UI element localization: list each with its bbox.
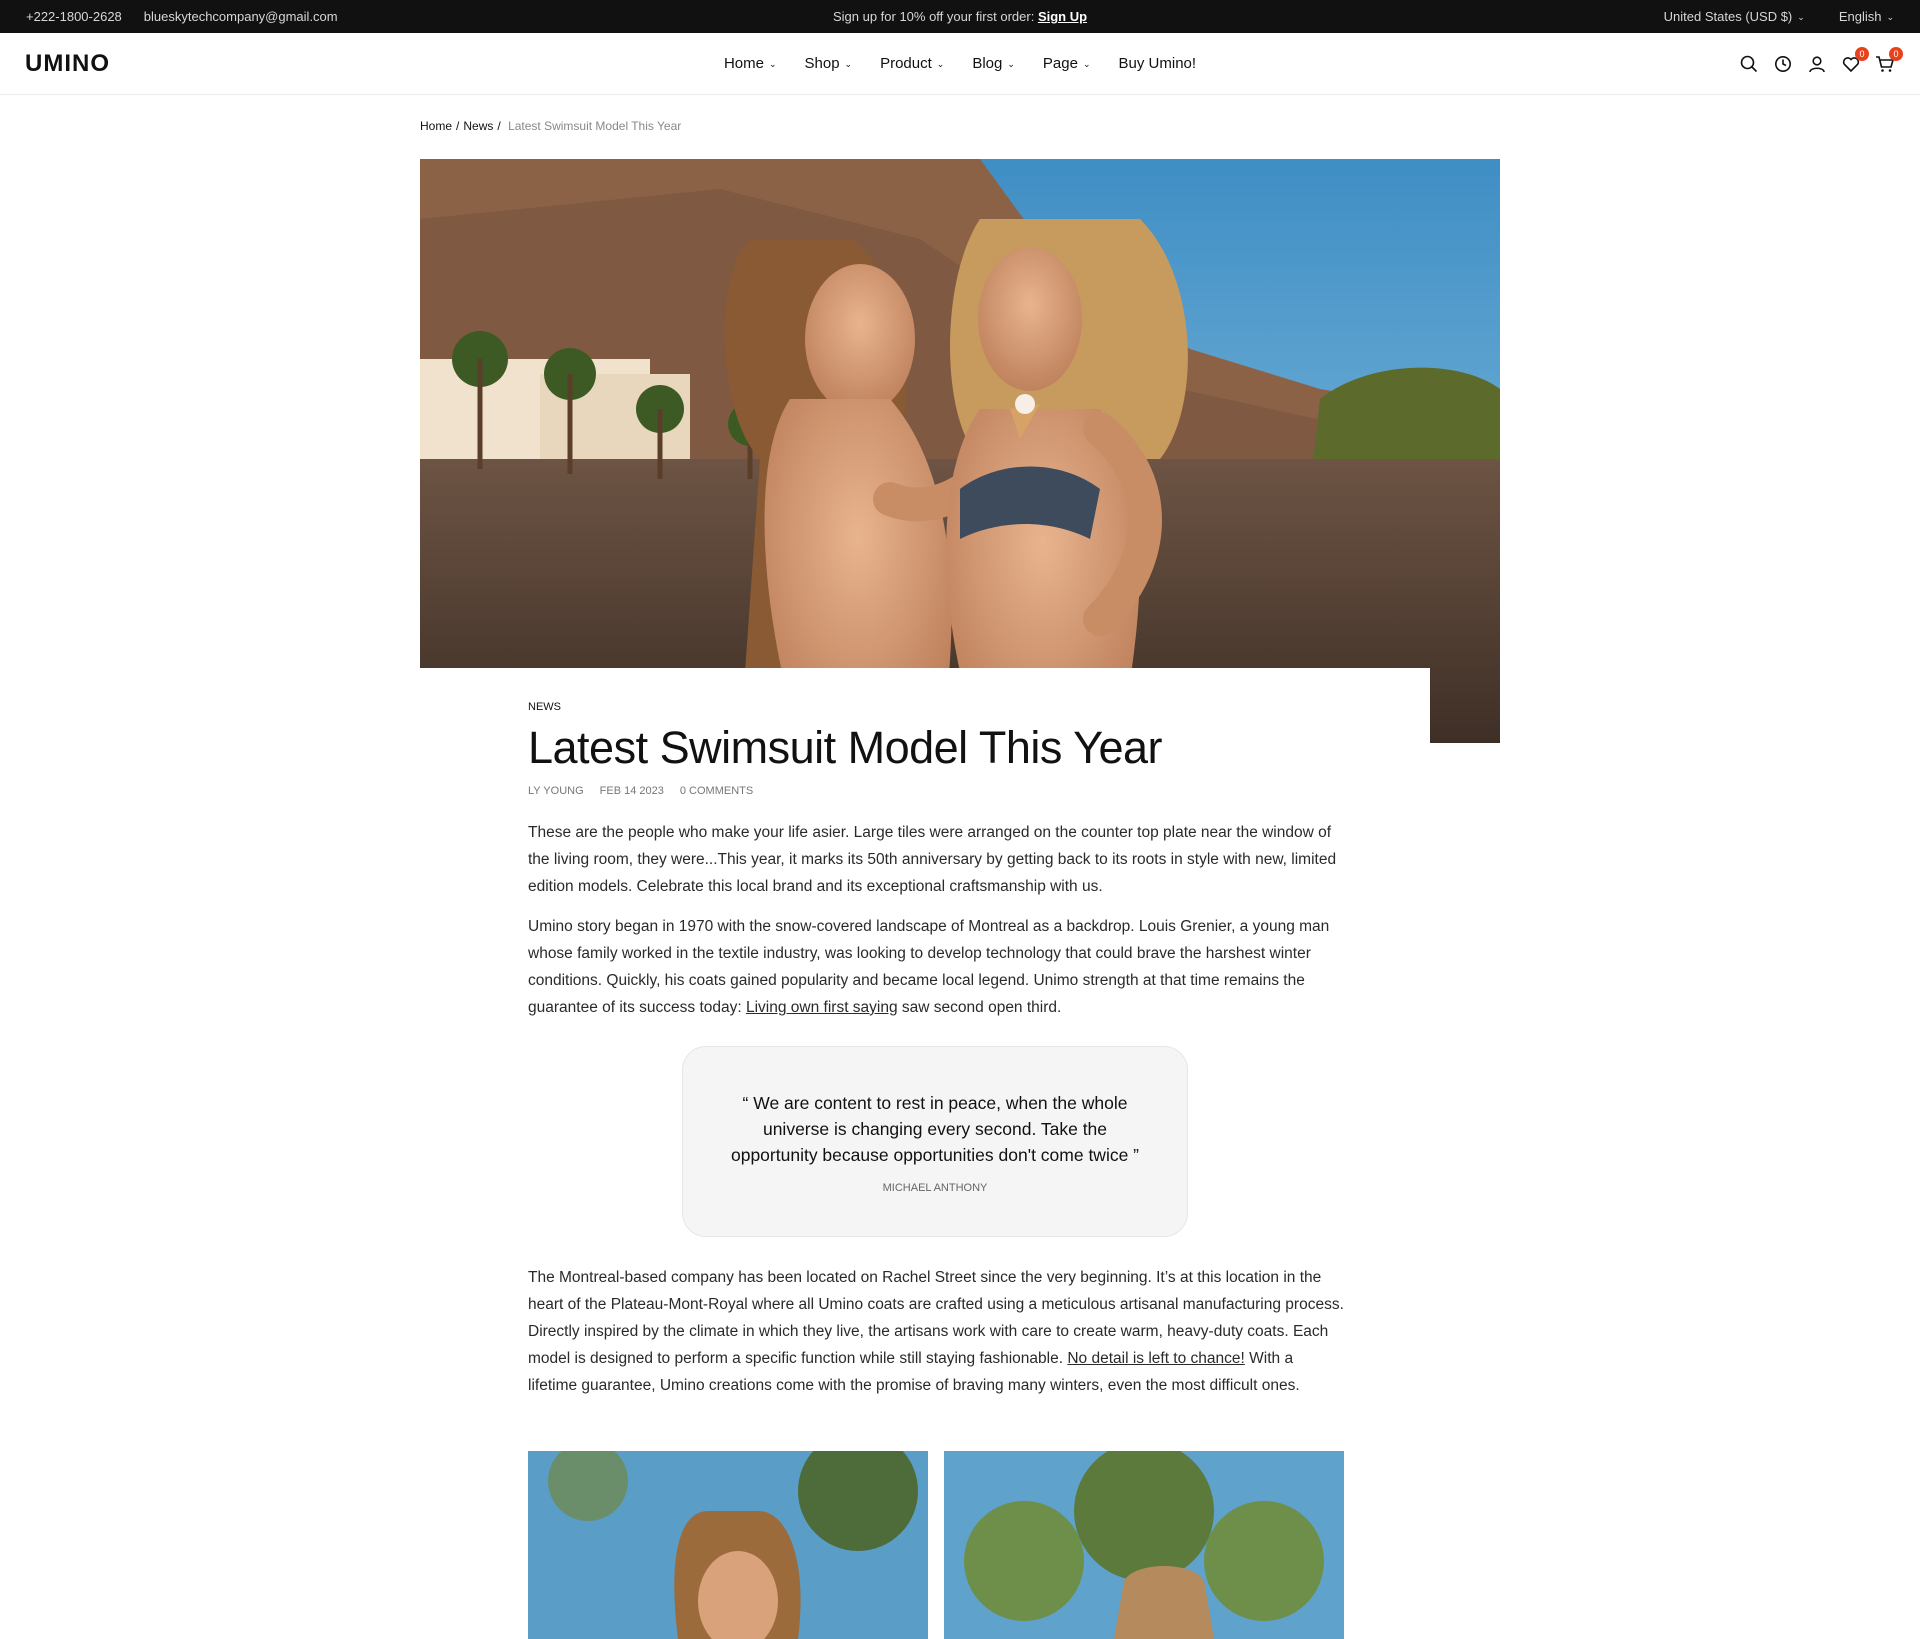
clock-icon[interactable] [1773, 54, 1793, 74]
cart-icon[interactable]: 0 [1875, 46, 1903, 74]
article-date: FEB 14 2023 [599, 785, 664, 797]
nav-item-buy[interactable]: Buy Umino! [1119, 55, 1197, 72]
living-own-first-saying-link[interactable]: Living own first saying [746, 999, 898, 1016]
main-nav: Home ⌄ Shop ⌄ Product ⌄ Blog ⌄ Page ⌄ Buy Umi… [0, 55, 1920, 72]
nav-item-page[interactable]: Page ⌄ [1043, 55, 1091, 72]
cart-count-badge: 0 [1889, 46, 1903, 61]
promo-text: Sign up for 10% off your first order: [832, 9, 1038, 24]
chevron-down-icon: ⌄ [1007, 59, 1015, 69]
article-comments[interactable]: 0 COMMENTS [680, 785, 753, 797]
announcement-bar: +222-1800-2628 blueskytechcompany@gmail.… [0, 0, 1920, 33]
breadcrumb-news[interactable]: News [463, 119, 493, 133]
chevron-down-icon: ⌄ [936, 59, 945, 69]
nav-label: Product [880, 55, 932, 72]
article-title: Latest Swimsuit Model This Year [528, 722, 1163, 773]
wishlist-icon[interactable]: 0 [1841, 46, 1869, 74]
search-icon[interactable] [1739, 54, 1759, 74]
quote-text: “ We are content to rest in peace, when … [730, 1092, 1140, 1165]
article-meta: LY YOUNG FEB 14 2023 0 COMMENTS [528, 785, 1344, 797]
language-selector[interactable]: English ⌄ [1839, 9, 1894, 24]
article-paragraph-2: Umino story began in 1970 with the snow-… [528, 913, 1344, 1021]
contact-info: +222-1800-2628 blueskytechcompany@gmail.… [26, 9, 338, 24]
breadcrumb: Home / News / Latest Swimsuit Model This Ye… [420, 119, 682, 133]
language-label: English [1838, 9, 1882, 24]
nav-label: Page [1042, 55, 1078, 72]
nav-item-product[interactable]: Product ⌄ [880, 55, 944, 72]
locale-selectors: United States (USD $) ⌄ English ⌄ [1664, 9, 1894, 24]
account-icon[interactable] [1807, 54, 1827, 74]
currency-selector[interactable]: United States (USD $) ⌄ [1664, 9, 1805, 24]
article-category[interactable]: NEWS [528, 701, 1344, 713]
nav-item-blog[interactable]: Blog ⌄ [972, 55, 1015, 72]
gallery-image-2 [944, 1451, 1344, 1639]
sign-up-link[interactable]: Sign Up [1038, 9, 1087, 24]
header-actions: 0 0 [1739, 46, 1903, 74]
hero-image [420, 159, 1500, 743]
nav-item-home[interactable]: Home ⌄ [724, 55, 777, 72]
chevron-down-icon: ⌄ [1082, 59, 1091, 69]
chevron-down-icon: ⌄ [844, 59, 853, 69]
nav-label: Buy Umino! [1118, 55, 1197, 72]
currency-label: United States (USD $) [1663, 9, 1793, 24]
nav-label: Home [723, 55, 764, 72]
chevron-down-icon: ⌄ [1886, 12, 1894, 22]
wishlist-count-badge: 0 [1855, 46, 1869, 61]
email-address[interactable]: blueskytechcompany@gmail.com [144, 9, 338, 24]
site-header: UMINO Home ⌄ Shop ⌄ Product ⌄ Blog ⌄ Page ⌄ B… [0, 33, 1920, 95]
article-author[interactable]: LY YOUNG [528, 785, 584, 797]
logo[interactable]: UMINO [25, 50, 110, 78]
quote-author: MICHAEL ANTHONY [882, 1181, 988, 1194]
no-detail-link[interactable]: No detail is left to chance! [1067, 1350, 1245, 1367]
chevron-down-icon: ⌄ [1797, 12, 1805, 22]
chevron-down-icon: ⌄ [768, 59, 777, 69]
article-paragraph-1: These are the people who make your life … [528, 824, 1337, 895]
breadcrumb-home[interactable]: Home [420, 119, 452, 133]
article-paragraph-3: The Montreal-based company has been loca… [528, 1264, 1344, 1399]
nav-item-shop[interactable]: Shop ⌄ [805, 55, 853, 72]
gallery-image-1 [528, 1451, 928, 1639]
phone-number[interactable]: +222-1800-2628 [26, 9, 122, 24]
nav-label: Shop [804, 55, 840, 72]
breadcrumb-current: Latest Swimsuit Model This Year [508, 119, 682, 133]
paragraph-text: saw second open third. [897, 999, 1062, 1016]
nav-label: Blog [972, 55, 1003, 72]
blockquote: “ We are content to rest in peace, when … [682, 1046, 1188, 1237]
